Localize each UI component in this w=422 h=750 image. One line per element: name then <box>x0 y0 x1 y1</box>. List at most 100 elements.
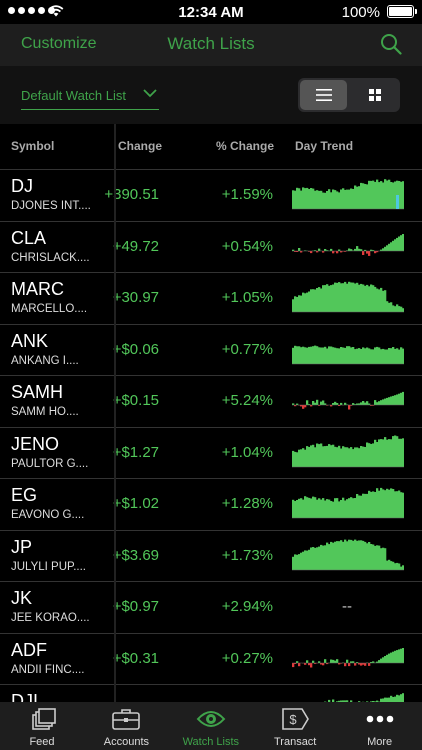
row-company-name: ANKANG I.... <box>11 354 79 367</box>
row-pct-change: +1.28% <box>221 495 273 512</box>
table-row[interactable]: EG EAVONO G.... +$1.02 +1.28% <box>0 479 422 531</box>
battery-icon <box>387 5 417 18</box>
row-symbol: SAMH <box>11 382 64 402</box>
tab-watch-lists[interactable]: Watch Lists <box>169 702 253 750</box>
dollar-tag-icon: $ <box>280 707 310 731</box>
row-symbol: JK <box>11 588 33 608</box>
page-title: Watch Lists <box>167 34 255 53</box>
table-row[interactable]: JENO PAULTOR G.... +$1.27 +1.04% <box>0 427 422 479</box>
row-pct-change: +0.27% <box>221 649 273 667</box>
row-change: +49.72 <box>112 237 159 255</box>
column-header-pct-change[interactable]: % Change <box>216 139 274 153</box>
column-header-change[interactable]: Change <box>118 139 162 153</box>
row-day-trend-sparkline <box>292 175 405 215</box>
row-company-name: EAVONO G.... <box>11 509 85 521</box>
row-change: +$0.15 <box>112 392 159 409</box>
table-row[interactable]: DJI <box>0 685 422 702</box>
watchlist-table: DJ DJONES INT.... +390.51 +1.59% CLA CHRISLAC… <box>0 170 422 702</box>
nav-bar: Customize Watch Lists <box>0 24 422 66</box>
row-symbol: ADF <box>11 639 47 660</box>
row-change: +390.51 <box>104 186 159 203</box>
table-row[interactable]: ADF ANDII FINC.... +$0.31 +0.27% <box>0 633 422 685</box>
row-company-name: PAULTOR G.... <box>11 457 89 470</box>
row-change: +$0.97 <box>112 598 159 615</box>
row-day-trend-sparkline <box>292 278 405 318</box>
row-day-trend-sparkline <box>292 536 405 576</box>
table-row[interactable]: MARC MARCELLO.... +30.97 +1.05% <box>0 273 422 325</box>
chevron-down-icon <box>143 89 157 98</box>
tab-more[interactable]: More <box>338 702 422 750</box>
feed-icon <box>27 707 57 731</box>
tab-transact[interactable]: $ Transact <box>253 702 337 750</box>
view-toggle <box>298 78 400 112</box>
column-header-day-trend: Day Trend <box>295 139 354 153</box>
briefcase-icon <box>111 707 141 731</box>
row-company-name: ANDII FINC.... <box>11 663 85 676</box>
table-header: Symbol Change % Change Day Trend <box>0 124 422 170</box>
column-header-symbol[interactable]: Symbol <box>11 139 54 153</box>
row-pct-change: +1.59% <box>221 186 273 203</box>
grid-view-button[interactable] <box>351 80 398 110</box>
table-row[interactable]: ANK ANKANG I.... +$0.06 +0.77% <box>0 324 422 376</box>
row-symbol: MARC <box>11 279 64 299</box>
row-change: +$3.69 <box>112 546 159 564</box>
table-row[interactable]: DJ DJONES INT.... +390.51 +1.59% <box>0 170 422 222</box>
row-pct-change: +1.73% <box>221 546 273 564</box>
svg-text:$: $ <box>290 712 298 727</box>
tab-feed[interactable]: Feed <box>0 702 84 750</box>
row-pct-change: +0.54% <box>221 237 273 255</box>
row-company-name: DJONES INT.... <box>11 200 91 212</box>
row-symbol: JENO <box>11 433 60 454</box>
row-day-trend-sparkline <box>292 484 405 524</box>
row-symbol: EG <box>11 485 38 505</box>
tab-bar: Feed Accounts Watch Lists $ Transact More <box>0 702 422 750</box>
row-company-name: JEE KORAO.... <box>11 612 90 624</box>
watchlist-dropdown[interactable]: Default Watch List <box>21 85 159 110</box>
row-pct-change: +2.94% <box>221 598 273 615</box>
row-symbol: ANK <box>11 330 49 351</box>
row-symbol: DJ <box>11 176 33 196</box>
table-row[interactable]: SAMH SAMM HO.... +$0.15 +5.24% <box>0 376 422 428</box>
more-icon <box>365 707 395 731</box>
row-change: +$0.06 <box>112 340 159 358</box>
row-day-trend-sparkline <box>292 690 405 702</box>
search-icon[interactable] <box>380 33 402 55</box>
tab-label: Accounts <box>103 736 150 748</box>
grid-icon <box>368 89 381 101</box>
row-pct-change: +1.05% <box>221 289 273 306</box>
row-company-name: CHRISLACK.... <box>11 251 90 264</box>
battery-percent: 100% <box>341 4 380 21</box>
row-day-trend-sparkline <box>292 433 405 473</box>
tab-accounts[interactable]: Accounts <box>84 702 168 750</box>
table-row[interactable]: JK JEE KORAO.... +$0.97 +2.94% -- <box>0 582 422 634</box>
tab-label: More <box>367 736 393 748</box>
table-row[interactable]: JP JULYLI PUP.... +$3.69 +1.73% <box>0 530 422 582</box>
eye-icon <box>196 707 226 731</box>
column-divider <box>114 124 116 702</box>
row-change: +$1.02 <box>112 495 159 512</box>
row-symbol: CLA <box>11 227 47 248</box>
row-company-name: JULYLI PUP.... <box>11 560 86 573</box>
list-icon <box>315 89 332 101</box>
row-day-trend-sparkline <box>292 330 405 370</box>
tab-label: Watch Lists <box>182 736 240 748</box>
list-view-button[interactable] <box>300 80 347 110</box>
row-pct-change: +0.77% <box>221 340 273 358</box>
row-day-trend-sparkline <box>292 639 405 679</box>
row-day-trend-sparkline <box>292 381 405 421</box>
row-change: +30.97 <box>112 289 159 306</box>
watchlist-dropdown-label: Default Watch List <box>21 88 127 103</box>
row-pct-change: +5.24% <box>221 392 273 409</box>
row-change: +$0.31 <box>112 649 159 667</box>
row-day-trend-sparkline <box>292 227 405 267</box>
row-company-name: SAMM HO.... <box>11 406 79 418</box>
row-pct-change: +1.04% <box>221 443 273 461</box>
row-symbol: JP <box>11 536 33 557</box>
tab-label: Transact <box>273 736 317 748</box>
row-change: +$1.27 <box>112 443 159 461</box>
row-company-name: MARCELLO.... <box>11 303 88 315</box>
row-symbol: DJI <box>11 691 38 702</box>
table-row[interactable]: CLA CHRISLACK.... +49.72 +0.54% <box>0 221 422 273</box>
status-bar: 12:34 AM 100% <box>0 0 422 24</box>
watchlist-toolbar: Default Watch List <box>0 66 422 124</box>
